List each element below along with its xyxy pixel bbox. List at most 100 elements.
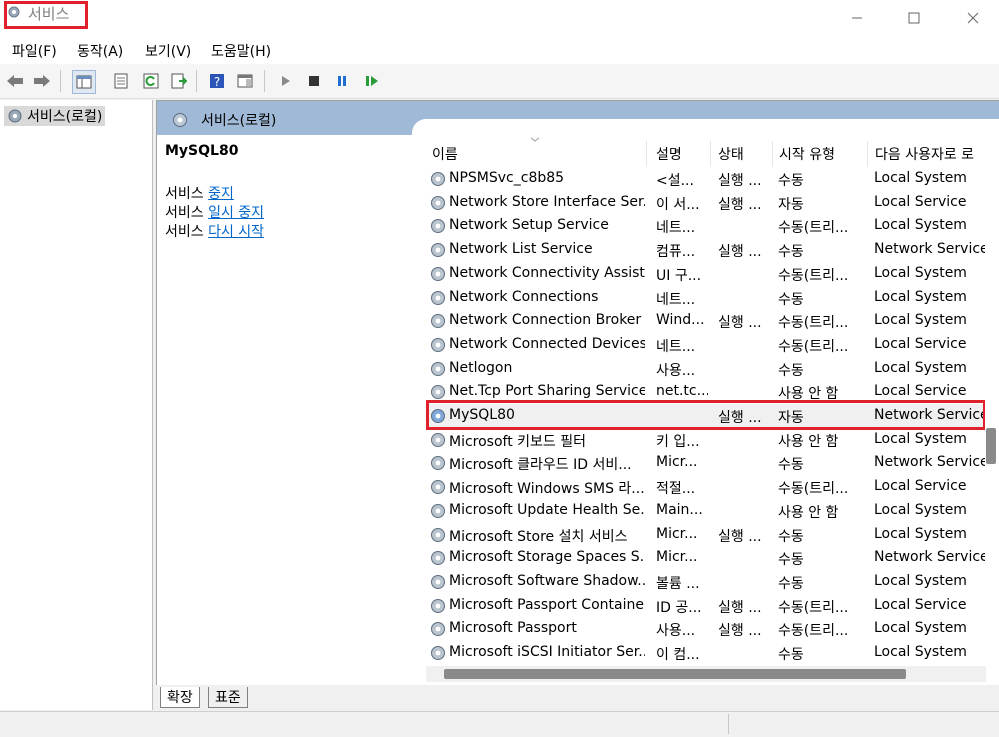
table-row[interactable]: Network Connection Broker Wind... 실행 ... 수동…: [427, 309, 987, 333]
service-logon-as: Local Service: [874, 383, 967, 400]
menu-view[interactable]: 보기(V): [145, 41, 191, 61]
menu-action[interactable]: 동작(A): [77, 41, 123, 61]
service-description: Wind...: [656, 312, 705, 329]
tab-standard[interactable]: 표준: [208, 687, 248, 708]
table-row[interactable]: Network Store Interface Ser... 이 서... 실행 .…: [427, 191, 987, 215]
service-status: 실행 ...: [718, 244, 762, 261]
close-button[interactable]: [950, 0, 996, 36]
restart-link[interactable]: 다시 시작: [208, 224, 264, 240]
service-status: 실행 ...: [718, 315, 762, 332]
close-icon: [967, 12, 979, 24]
service-logon-as: Local System: [874, 572, 967, 589]
back-button[interactable]: [4, 70, 26, 92]
help-icon: ?: [210, 74, 224, 89]
service-name: Microsoft Software Shadow...: [449, 572, 645, 589]
properties-button[interactable]: [110, 70, 132, 92]
service-name: Microsoft 키보드 필터: [449, 433, 587, 450]
tree-item-services-local[interactable]: 서비스(로컬): [4, 106, 106, 126]
service-startup-type: 수동: [778, 575, 804, 592]
service-startup-type: 수동: [778, 291, 804, 308]
stop-link[interactable]: 중지: [208, 186, 234, 202]
restart-service-button[interactable]: [361, 70, 383, 92]
help-button[interactable]: ?: [206, 70, 228, 92]
table-row[interactable]: Microsoft Passport Container ID 공... 실행 ..…: [427, 594, 987, 618]
table-row[interactable]: Microsoft Store 설치 서비스 Micr... 실행 ... 수동 Loc…: [427, 523, 987, 547]
service-name: Microsoft Update Health Se...: [449, 501, 645, 518]
minimize-button[interactable]: [834, 0, 880, 36]
service-name: Microsoft Passport: [449, 620, 577, 637]
window-title: 서비스: [28, 5, 70, 23]
play-icon: [282, 76, 290, 86]
service-startup-type: 수동: [778, 362, 804, 379]
service-startup-type: 자동: [778, 196, 804, 213]
service-gear-icon: [431, 219, 445, 234]
title-bar: 서비스: [0, 0, 999, 36]
table-row[interactable]: Microsoft Update Health Se... Main... 사용 안…: [427, 499, 987, 523]
table-row[interactable]: Microsoft Windows SMS 라... 적절... 수동(트리... L…: [427, 475, 987, 499]
horizontal-scroll-thumb[interactable]: [444, 669, 906, 679]
table-row[interactable]: Network Setup Service 네트... 수동(트리... Local …: [427, 214, 987, 238]
toolbar-separator: [196, 70, 197, 92]
service-logon-as: Local Service: [874, 193, 967, 210]
service-logon-as: Local System: [874, 501, 967, 518]
menu-file[interactable]: 파일(F): [12, 41, 57, 61]
column-header-description[interactable]: 설명: [651, 141, 711, 167]
services-gear-icon: [8, 6, 20, 18]
column-header-startup-type[interactable]: 시작 유형: [774, 141, 868, 167]
service-gear-icon: [431, 290, 445, 305]
service-description: 사용...: [656, 362, 696, 379]
table-row[interactable]: NPSMSvc_c8b85 <설... 실행 ... 수동 Local System: [427, 167, 987, 191]
service-gear-icon: [431, 385, 445, 400]
service-name: Network List Service: [449, 241, 593, 258]
pause-link[interactable]: 일시 중지: [208, 205, 264, 221]
column-header-name[interactable]: 이름: [427, 141, 647, 167]
table-row[interactable]: Network List Service 컴퓨... 실행 ... 수동 Network…: [427, 238, 987, 262]
service-description: 볼륨 ...: [656, 575, 700, 592]
table-row[interactable]: Microsoft Passport 사용... 실행 ... 수동(트리... Loc…: [427, 617, 987, 641]
service-startup-type: 사용 안 함: [778, 433, 839, 450]
service-logon-as: Local System: [874, 620, 967, 637]
table-row[interactable]: Netlogon 사용... 수동 Local System: [427, 357, 987, 381]
pause-service-button[interactable]: [331, 70, 353, 92]
service-description: 네트...: [656, 338, 696, 355]
status-separator: [728, 714, 729, 734]
vertical-scrollbar[interactable]: [985, 120, 999, 685]
table-row[interactable]: Microsoft 클라우드 ID 서비... Micr... 수동 Network …: [427, 451, 987, 475]
service-startup-type: 수동(트리...: [778, 338, 849, 355]
menu-help[interactable]: 도움말(H): [211, 41, 271, 61]
show-console-tree-button[interactable]: [72, 70, 96, 94]
status-bar: [0, 711, 999, 737]
service-logon-as: Network Service: [874, 549, 986, 566]
service-logon-as: Local Service: [874, 335, 967, 352]
forward-button[interactable]: [31, 70, 53, 92]
refresh-button[interactable]: [140, 70, 162, 92]
tab-extended[interactable]: 확장: [160, 687, 200, 708]
show-action-pane-button[interactable]: [234, 70, 256, 92]
start-service-button[interactable]: [275, 70, 297, 92]
service-description: Micr...: [656, 549, 698, 566]
service-gear-icon: [431, 646, 445, 660]
service-gear-icon: [431, 314, 445, 329]
pause-icon: [338, 76, 346, 86]
table-row[interactable]: Network Connected Devices... 네트... 수동(트리..…: [427, 333, 987, 357]
table-row[interactable]: Network Connections 네트... 수동 Local System: [427, 286, 987, 310]
service-name: Microsoft 클라우드 ID 서비...: [449, 457, 632, 474]
stop-service-button[interactable]: [303, 70, 325, 92]
table-row[interactable]: Network Connectivity Assist... UI 구... 수동(…: [427, 262, 987, 286]
vertical-scroll-thumb[interactable]: [986, 428, 996, 464]
table-row[interactable]: Microsoft iSCSI Initiator Ser... 이 컴... 수동…: [427, 641, 987, 665]
column-description-label: 설명: [656, 147, 682, 163]
service-description: 컴퓨...: [656, 244, 696, 261]
export-list-icon: [171, 73, 187, 89]
table-row[interactable]: Microsoft 키보드 필터 키 입... 사용 안 함 Local System: [427, 428, 987, 452]
console-tree: 서비스(로컬): [0, 100, 153, 710]
table-row[interactable]: Microsoft Software Shadow... 볼륨 ... 수동 Loca…: [427, 570, 987, 594]
service-description: 적절...: [656, 481, 696, 498]
maximize-button[interactable]: [891, 0, 937, 36]
column-header-logon-as[interactable]: 다음 사용자로 로: [870, 141, 987, 167]
table-row[interactable]: Microsoft Storage Spaces S... Micr... 수동 Ne…: [427, 546, 987, 570]
service-logon-as: Local System: [874, 644, 967, 660]
sort-chevron-icon: [530, 137, 540, 142]
column-header-status[interactable]: 상태: [713, 141, 773, 167]
export-list-button[interactable]: [168, 70, 190, 92]
